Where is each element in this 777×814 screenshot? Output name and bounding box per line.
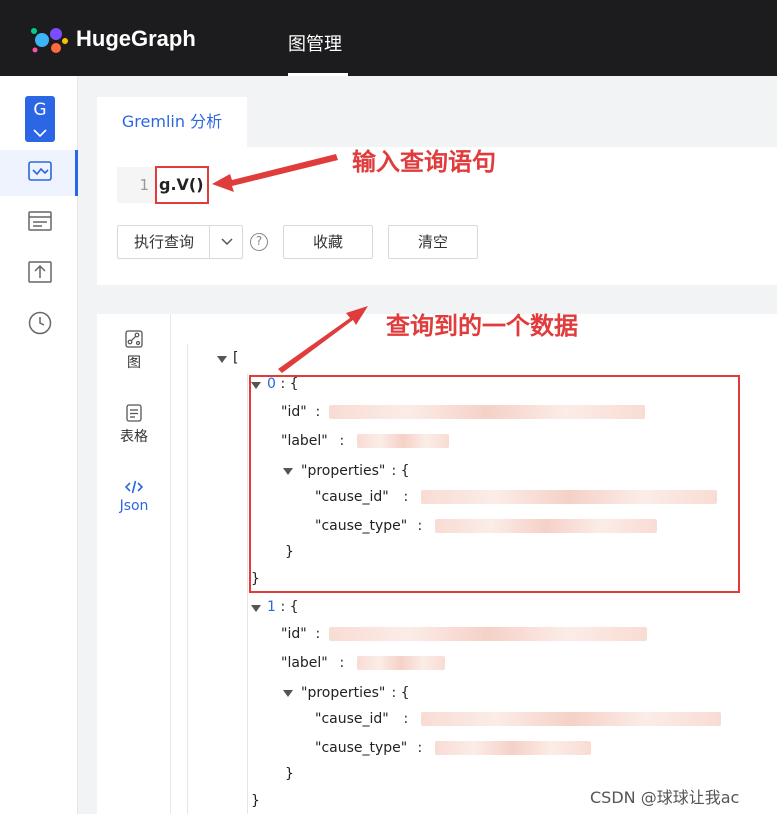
- tab-table-view[interactable]: 表格: [97, 404, 171, 446]
- chevron-down-icon: [33, 129, 47, 137]
- favorite-button[interactable]: 收藏: [283, 225, 373, 259]
- json-key-cause-type: "cause_type": [315, 740, 408, 756]
- json-key-cause-id: "cause_id": [315, 711, 389, 727]
- json-colon: :: [311, 626, 325, 642]
- collapse-toggle-root[interactable]: [217, 356, 227, 363]
- json-open-bracket: [: [233, 350, 239, 366]
- json-close-brace: }: [285, 766, 294, 782]
- hugegraph-logo-icon: [31, 28, 68, 53]
- graph-selector[interactable]: G: [25, 96, 55, 142]
- sidebar-item-history[interactable]: [0, 300, 78, 346]
- graph-icon: [125, 330, 143, 348]
- code-icon: [125, 480, 143, 494]
- redacted-value: [421, 712, 721, 726]
- upload-icon: [28, 261, 52, 283]
- line-number: 1: [117, 167, 155, 203]
- nav-active-indicator: [288, 73, 348, 76]
- tab-json-view[interactable]: Json: [97, 480, 171, 514]
- collapse-toggle-properties-1[interactable]: [283, 690, 293, 697]
- table-icon: [126, 404, 142, 422]
- json-key-label: "label": [281, 655, 328, 671]
- redacted-value: [435, 741, 591, 755]
- execute-query-button[interactable]: 执行查询: [117, 225, 243, 259]
- tab-graph-view[interactable]: 图: [97, 330, 171, 372]
- brand-name: HugeGraph: [76, 26, 196, 51]
- execute-dropdown-toggle[interactable]: [209, 226, 243, 258]
- clock-icon: [28, 311, 52, 335]
- json-key-id: "id": [281, 626, 307, 642]
- list-settings-icon: [28, 211, 52, 231]
- tab-gremlin-analysis[interactable]: Gremlin 分析: [97, 97, 247, 147]
- json-key-properties: "properties": [301, 685, 386, 701]
- sidebar: G: [0, 76, 78, 814]
- json-open-brace: : {: [276, 599, 299, 615]
- sidebar-item-import[interactable]: [0, 250, 78, 296]
- tab-json-label: Json: [119, 498, 149, 514]
- sidebar-item-metadata[interactable]: [0, 200, 78, 246]
- annotation-result-note: 查询到的一个数据: [386, 312, 578, 340]
- tab-graph-label: 图: [127, 355, 141, 371]
- tab-strip: [247, 97, 777, 147]
- annotation-query-note: 输入查询语句: [352, 148, 496, 176]
- watermark: CSDN @球球让我ac: [590, 788, 740, 807]
- clear-button[interactable]: 清空: [388, 225, 478, 259]
- graph-selector-label: G: [33, 100, 47, 120]
- json-close-brace: }: [251, 793, 260, 809]
- query-highlight-box: [155, 166, 209, 204]
- nav-graph-management[interactable]: 图管理: [288, 30, 342, 56]
- json-colon: :: [335, 655, 349, 671]
- json-colon: :: [399, 711, 413, 727]
- json-colon: :: [413, 740, 427, 756]
- analysis-icon: [28, 161, 52, 181]
- chevron-down-icon: [221, 238, 233, 246]
- indent-guide: [187, 344, 188, 814]
- result-highlight-box: [249, 375, 740, 593]
- redacted-value: [329, 627, 647, 641]
- indent-guide: [247, 374, 248, 814]
- result-view-tabs: 图 表格 Json: [97, 314, 171, 814]
- top-bar: HugeGraph 图管理: [0, 0, 777, 76]
- redacted-value: [357, 656, 445, 670]
- help-icon[interactable]: ?: [250, 233, 268, 251]
- json-open-brace: : {: [387, 685, 410, 701]
- sidebar-item-graph-analysis[interactable]: [0, 150, 78, 196]
- json-index-1: 1: [267, 599, 276, 615]
- collapse-toggle-item-1[interactable]: [251, 605, 261, 612]
- tab-table-label: 表格: [120, 429, 148, 445]
- execute-query-label: 执行查询: [134, 233, 195, 251]
